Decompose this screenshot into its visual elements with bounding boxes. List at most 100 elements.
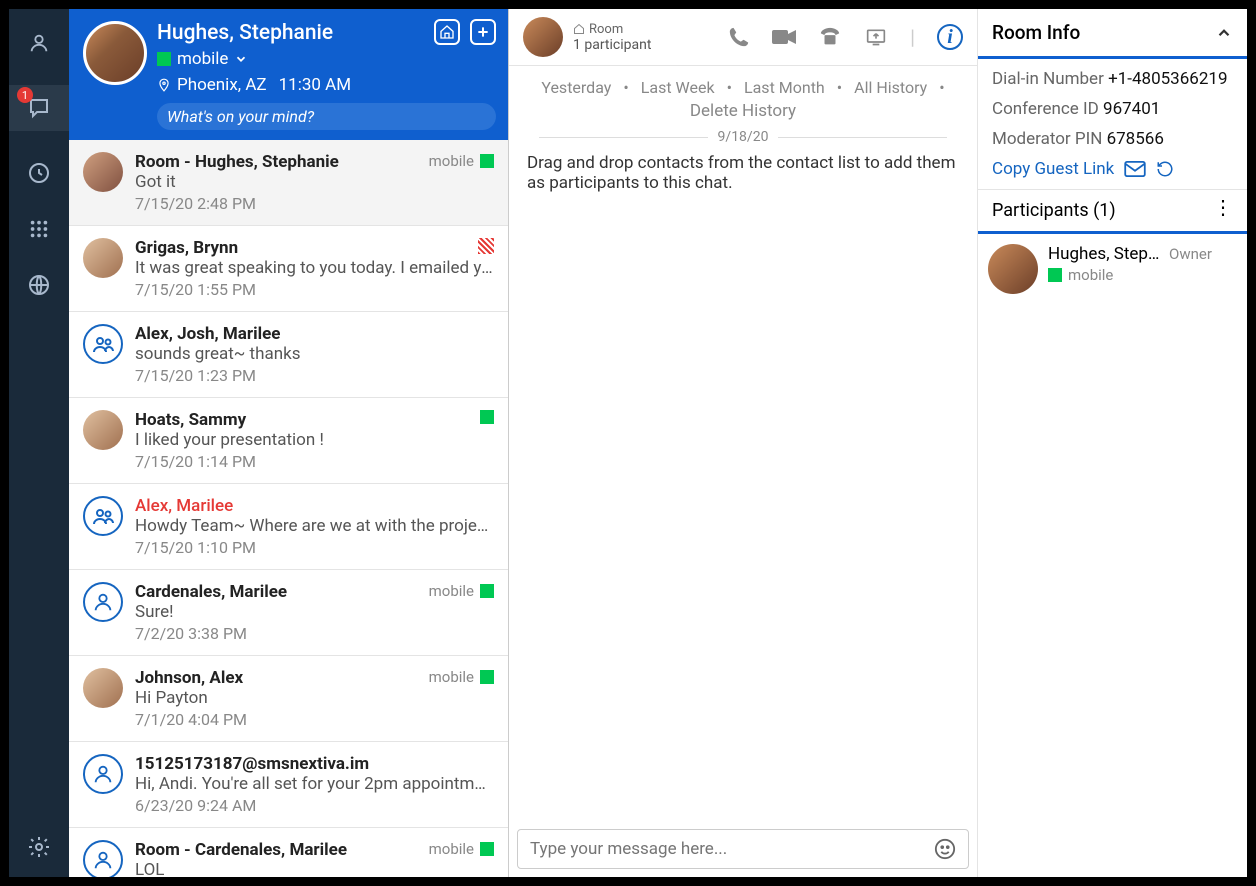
copy-guest-link-row: Copy Guest Link bbox=[978, 159, 1247, 189]
conversation-preview: Sure! bbox=[135, 602, 494, 622]
conversation-item[interactable]: Room - Cardenales, MarileeLOL6/22/20 9:2… bbox=[69, 828, 508, 877]
conference-id-row: Conference ID 967401 bbox=[978, 99, 1247, 129]
more-icon[interactable]: ⋮ bbox=[1213, 200, 1233, 221]
conversation-meta bbox=[480, 410, 494, 424]
conversation-preview: LOL bbox=[135, 860, 494, 877]
house-icon bbox=[573, 23, 585, 35]
history-all[interactable]: All History bbox=[854, 78, 927, 97]
conversation-time: 7/15/20 1:14 PM bbox=[135, 452, 494, 471]
conversation-item[interactable]: Cardenales, MarileeSure!7/2/20 3:38 PMmo… bbox=[69, 570, 508, 656]
conversation-avatar bbox=[83, 840, 123, 877]
conversation-meta bbox=[478, 238, 494, 254]
conversation-title: Hoats, Sammy bbox=[135, 410, 494, 430]
dialpad-icon bbox=[28, 218, 50, 240]
conversation-meta: mobile bbox=[429, 840, 494, 858]
screen-share-icon bbox=[864, 27, 888, 47]
emoji-button[interactable] bbox=[934, 838, 956, 860]
conversation-item[interactable]: Johnson, AlexHi Payton7/1/20 4:04 PMmobi… bbox=[69, 656, 508, 742]
presence-indicator-icon bbox=[480, 670, 494, 684]
presence-indicator-icon bbox=[480, 410, 494, 424]
conversation-title: Grigas, Brynn bbox=[135, 238, 494, 258]
chevron-down-icon bbox=[234, 52, 248, 66]
conversation-avatar bbox=[83, 410, 123, 450]
deskphone-button[interactable] bbox=[818, 26, 842, 48]
conversation-preview: Got it bbox=[135, 172, 494, 192]
participant-role: Owner bbox=[1169, 245, 1212, 263]
conversation-preview: Hi Payton bbox=[135, 688, 494, 708]
status-message-input[interactable]: What's on your mind? bbox=[157, 103, 496, 130]
person-icon bbox=[28, 32, 50, 54]
conversation-time: 7/15/20 1:55 PM bbox=[135, 280, 494, 299]
participant-row[interactable]: Hughes, Steph… Owner mobile bbox=[978, 234, 1247, 304]
conversation-time: 7/15/20 1:23 PM bbox=[135, 366, 494, 385]
participant-name: Hughes, Steph… bbox=[1048, 244, 1163, 264]
message-input[interactable] bbox=[530, 839, 934, 859]
presence-label: mobile bbox=[177, 49, 228, 69]
mobile-label: mobile bbox=[429, 840, 474, 858]
contacts-nav[interactable] bbox=[25, 29, 53, 57]
header-actions bbox=[434, 19, 496, 45]
conversation-item[interactable]: Alex, Josh, Marileesounds great~ thanks7… bbox=[69, 312, 508, 398]
conversation-time: 7/1/20 4:04 PM bbox=[135, 710, 494, 729]
conversation-meta: mobile bbox=[429, 582, 494, 600]
mail-icon[interactable] bbox=[1124, 161, 1146, 177]
conversation-avatar bbox=[83, 238, 123, 278]
conversation-title: 15125173187@smsnextiva.im bbox=[135, 754, 494, 774]
globe-icon bbox=[27, 273, 51, 297]
video-icon bbox=[772, 28, 796, 46]
presence-indicator-icon bbox=[1048, 268, 1062, 282]
conversation-time: 7/15/20 1:10 PM bbox=[135, 538, 494, 557]
conversation-list[interactable]: Room - Hughes, StephanieGot it7/15/20 2:… bbox=[69, 140, 508, 877]
presence-indicator-icon bbox=[480, 842, 494, 856]
presence-row[interactable]: mobile bbox=[157, 49, 496, 69]
chat-column: Room 1 participant | i bbox=[509, 9, 977, 877]
conversation-preview: I liked your presentation ! bbox=[135, 430, 494, 450]
history-last-week[interactable]: Last Week bbox=[641, 78, 715, 97]
mobile-label: mobile bbox=[429, 152, 474, 170]
participants-header[interactable]: Participants (1) ⋮ bbox=[978, 189, 1247, 234]
history-last-month[interactable]: Last Month bbox=[744, 78, 825, 97]
chat-nav[interactable]: 1 bbox=[9, 85, 69, 131]
copy-guest-link[interactable]: Copy Guest Link bbox=[992, 159, 1114, 179]
room-button[interactable] bbox=[434, 19, 460, 45]
dnd-indicator-icon bbox=[478, 238, 494, 254]
info-button[interactable]: i bbox=[937, 24, 963, 50]
chat-room-badge: Room bbox=[573, 22, 651, 37]
conversation-item[interactable]: Alex, MarileeHowdy Team~ Where are we at… bbox=[69, 484, 508, 570]
nav-rail: 1 bbox=[9, 9, 69, 877]
presence-indicator-icon bbox=[480, 584, 494, 598]
history-filter: Yesterday• Last Week• Last Month• All Hi… bbox=[509, 66, 977, 101]
gear-icon bbox=[27, 835, 51, 859]
video-button[interactable] bbox=[772, 28, 796, 46]
conversation-item[interactable]: 15125173187@smsnextiva.imHi, Andi. You'r… bbox=[69, 742, 508, 828]
chat-body-text: Drag and drop contacts from the contact … bbox=[509, 145, 977, 829]
chat-avatar[interactable] bbox=[523, 17, 563, 57]
chat-subtitle: 1 participant bbox=[573, 37, 651, 53]
web-nav[interactable] bbox=[25, 271, 53, 299]
message-input-container bbox=[517, 829, 969, 869]
mobile-label: mobile bbox=[429, 668, 474, 686]
share-button[interactable] bbox=[864, 27, 888, 47]
room-info-header[interactable]: Room Info bbox=[978, 9, 1247, 59]
emoji-icon bbox=[934, 838, 956, 860]
delete-history-link[interactable]: Delete History bbox=[509, 101, 977, 129]
mobile-label: mobile bbox=[429, 582, 474, 600]
dialpad-nav[interactable] bbox=[25, 215, 53, 243]
conversation-column: Hughes, Stephanie mobile Phoenix, AZ 11:… bbox=[69, 9, 509, 877]
conversation-time: 7/2/20 3:38 PM bbox=[135, 624, 494, 643]
conversation-preview: Hi, Andi. You're all set for your 2pm ap… bbox=[135, 774, 494, 794]
call-button[interactable] bbox=[728, 26, 750, 48]
conversation-item[interactable]: Room - Hughes, StephanieGot it7/15/20 2:… bbox=[69, 140, 508, 226]
chat-header: Room 1 participant | i bbox=[509, 9, 977, 66]
conversation-item[interactable]: Grigas, BrynnIt was great speaking to yo… bbox=[69, 226, 508, 312]
calls-nav[interactable] bbox=[25, 159, 53, 187]
history-yesterday[interactable]: Yesterday bbox=[541, 78, 611, 97]
add-button[interactable] bbox=[470, 19, 496, 45]
settings-nav[interactable] bbox=[25, 833, 53, 861]
refresh-icon[interactable] bbox=[1156, 160, 1174, 178]
phone-history-icon bbox=[27, 161, 51, 185]
conversation-preview: It was great speaking to you today. I em… bbox=[135, 258, 494, 278]
conversation-item[interactable]: Hoats, SammyI liked your presentation ! 7… bbox=[69, 398, 508, 484]
presence-indicator-icon bbox=[480, 154, 494, 168]
contact-avatar[interactable] bbox=[83, 21, 147, 85]
